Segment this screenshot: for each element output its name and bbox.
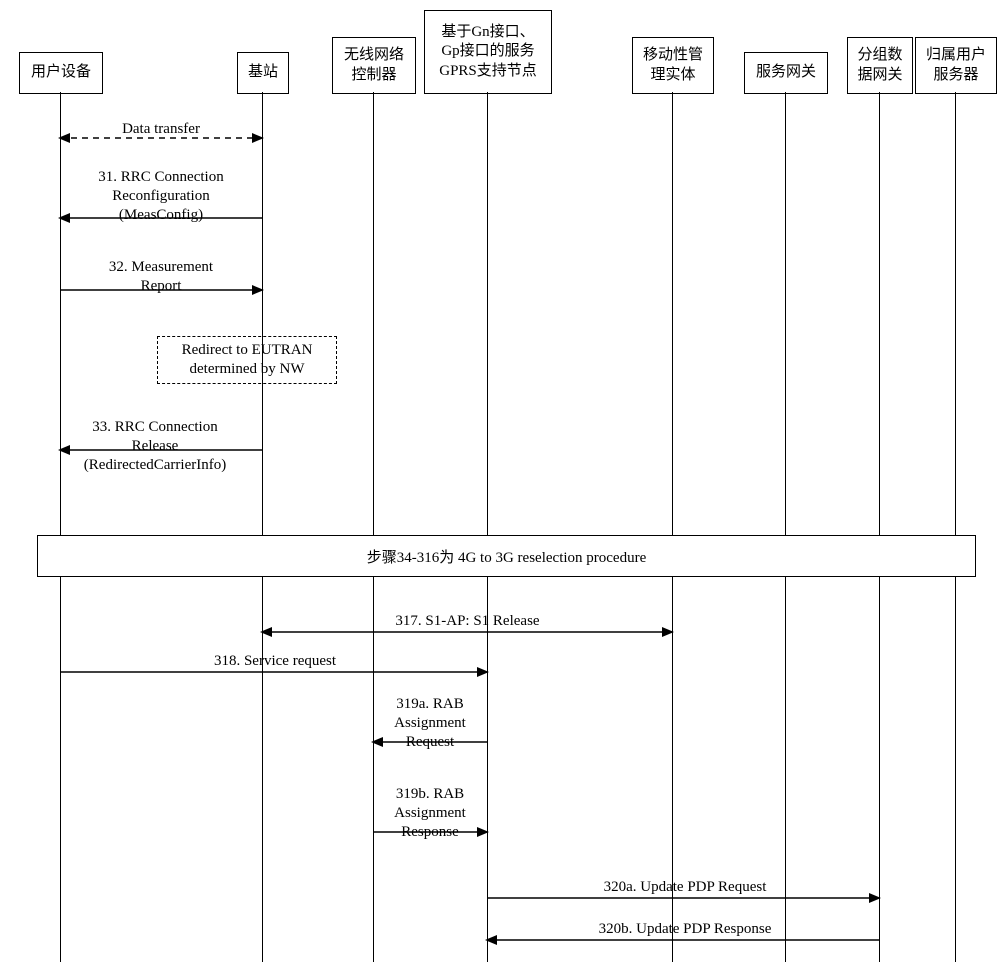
participant-label: 服务网关 [756,63,816,83]
arrow-canvas [0,0,1000,968]
msg-data-transfer: Data transfer [70,120,252,139]
msg-320a: 320a. Update PDP Request [500,878,870,897]
participant-bs: 基站 [237,52,289,94]
participant-rnc: 无线网络 控制器 [332,37,416,94]
participant-hss: 归属用户 服务器 [915,37,997,94]
sequence-diagram: 用户设备 基站 无线网络 控制器 基于Gn接口、 Gp接口的服务 GPRS支持节… [0,0,1000,968]
msg-32: 32. Measurement Report [65,258,257,296]
participant-label: 归属用户 服务器 [926,46,986,85]
reselection-box-text: 步骤34-316为 4G to 3G reselection procedure [367,546,647,567]
participant-label: 无线网络 控制器 [344,46,404,85]
reselection-box: 步骤34-316为 4G to 3G reselection procedure [37,535,976,577]
participant-label: 基于Gn接口、 Gp接口的服务 GPRS支持节点 [439,23,537,82]
lifeline-sgsn [487,92,488,962]
msg-320b: 320b. Update PDP Response [500,920,870,939]
participant-pgw: 分组数 据网关 [847,37,913,94]
msg-319a: 319a. RAB Assignment Request [373,695,487,751]
participant-label: 移动性管 理实体 [643,46,703,85]
participant-label: 基站 [248,63,278,83]
msg-33: 33. RRC Connection Release (RedirectedCa… [50,418,260,474]
lifeline-sgw [785,92,786,962]
note-redirect-text: Redirect to EUTRAN determined by NW [182,341,313,380]
participant-mme: 移动性管 理实体 [632,37,714,94]
msg-317: 317. S1-AP: S1 Release [290,612,645,631]
lifeline-mme [672,92,673,962]
participant-ue: 用户设备 [19,52,103,94]
msg-319b: 319b. RAB Assignment Response [373,785,487,841]
msg-318: 318. Service request [75,652,475,671]
lifeline-pgw [879,92,880,962]
lifeline-ue [60,92,61,962]
lifeline-bs [262,92,263,962]
participant-sgw: 服务网关 [744,52,828,94]
participant-label: 用户设备 [31,63,91,83]
msg-31: 31. RRC Connection Reconfiguration (Meas… [65,168,257,224]
lifeline-hss [955,92,956,962]
participant-label: 分组数 据网关 [857,46,902,85]
participant-sgsn: 基于Gn接口、 Gp接口的服务 GPRS支持节点 [424,10,552,94]
note-redirect: Redirect to EUTRAN determined by NW [157,336,337,384]
